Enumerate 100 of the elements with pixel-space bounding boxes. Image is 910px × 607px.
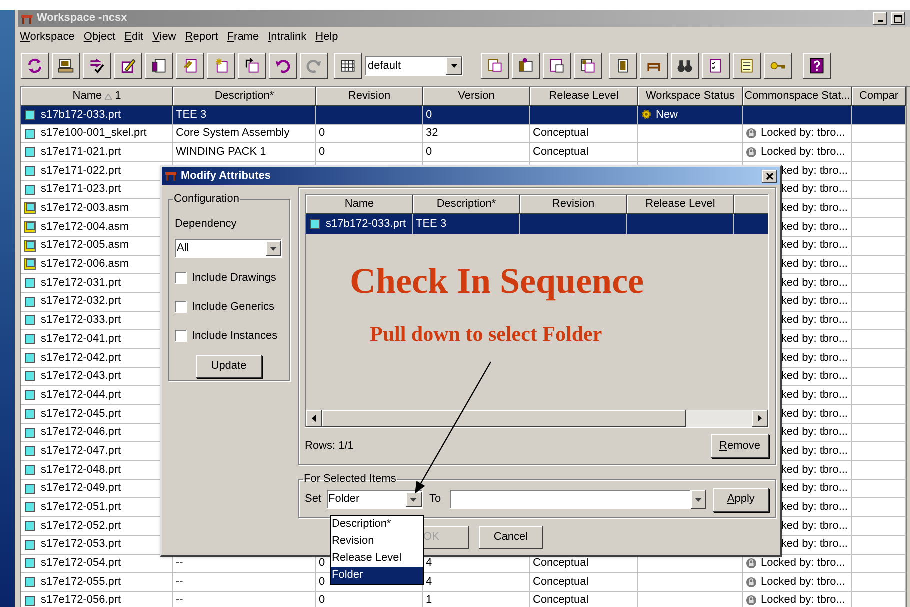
table-cell-text: TEE 3 <box>416 216 447 232</box>
file-name[interactable]: s17e100-001_skel.prt <box>40 125 147 142</box>
file-name[interactable]: s17e172-054.prt <box>40 555 122 572</box>
file-name[interactable]: s17e172-052.prt <box>40 518 122 534</box>
toolbar-button[interactable] <box>300 53 328 79</box>
file-name[interactable]: s17e172-004.asm <box>40 218 130 236</box>
file-name[interactable]: s17e172-055.prt <box>40 574 122 590</box>
toolbar-button[interactable] <box>574 53 602 79</box>
toolbar-button[interactable] <box>764 53 792 79</box>
part-file-icon <box>24 277 36 290</box>
toolbar-button[interactable] <box>334 53 362 79</box>
set-dropdown[interactable]: Folder <box>326 490 423 509</box>
file-name[interactable]: s17e172-046.prt <box>40 424 122 441</box>
toolbar-button[interactable] <box>176 53 204 79</box>
menu-item[interactable]: Report <box>185 29 218 46</box>
file-name[interactable]: s17e172-045.prt <box>40 406 122 422</box>
column-header[interactable]: Revision <box>520 195 627 214</box>
toolbar-button[interactable] <box>207 53 235 79</box>
update-button[interactable]: Update <box>196 355 262 378</box>
file-name[interactable]: s17e171-023.prt <box>40 181 122 198</box>
scrollbar-thumb[interactable] <box>322 410 686 427</box>
file-name[interactable]: s17e172-003.asm <box>40 200 130 217</box>
cancel-button[interactable]: Cancel <box>479 526 543 549</box>
file-name[interactable]: s17e172-033.prt <box>40 312 122 329</box>
dependency-select[interactable]: All <box>175 239 282 258</box>
table-cell-text: WINDING PACK 1 <box>176 144 266 160</box>
column-header[interactable]: Version <box>423 87 530 106</box>
toolbar-button[interactable] <box>83 53 111 79</box>
column-header[interactable]: Compar <box>852 87 906 106</box>
menu-item[interactable]: Workspace <box>20 29 75 46</box>
toolbar-button[interactable] <box>512 53 540 79</box>
file-name[interactable]: s17e172-042.prt <box>40 350 122 366</box>
menu-item[interactable]: Frame <box>227 29 260 46</box>
menu-item[interactable]: Intralink <box>268 29 307 46</box>
file-name[interactable]: s17e172-032.prt <box>40 293 122 310</box>
gear-icon <box>641 109 652 120</box>
file-name[interactable]: s17e172-047.prt <box>40 442 122 460</box>
minimize-button[interactable] <box>873 12 887 25</box>
checkbox[interactable] <box>175 272 187 284</box>
toolbar-button[interactable] <box>269 53 297 79</box>
remove-button[interactable]: Remove <box>711 434 769 458</box>
column-header[interactable]: Release Level <box>530 87 638 106</box>
file-name[interactable]: s17e172-044.prt <box>40 386 122 404</box>
toolbar-button[interactable] <box>733 53 761 79</box>
toolbar-button[interactable] <box>543 53 571 79</box>
horizontal-scrollbar[interactable] <box>306 410 768 427</box>
file-name[interactable]: s17e172-048.prt <box>40 462 122 478</box>
toolbar-button[interactable] <box>671 53 699 79</box>
toolbar-button[interactable] <box>21 53 49 79</box>
column-header[interactable]: Description* <box>413 195 520 214</box>
column-header[interactable]: Commonspace Stat... <box>743 87 852 106</box>
menu-item[interactable]: View <box>152 29 176 46</box>
toolbar-button[interactable] <box>481 53 509 79</box>
view-select[interactable]: default <box>365 56 463 76</box>
close-button[interactable] <box>762 170 777 182</box>
status-text: ked by: tbro... <box>781 220 848 235</box>
toolbar-button[interactable] <box>145 53 173 79</box>
column-header[interactable]: Name 1 <box>21 87 173 106</box>
file-name[interactable]: s17b172-033.prt <box>326 216 406 232</box>
menu-item[interactable]: Object <box>84 29 116 46</box>
status-text: ked by: tbro... <box>781 313 848 328</box>
status-text: ked by: tbro... <box>781 369 848 384</box>
file-name[interactable]: s17e172-049.prt <box>40 480 122 497</box>
menu-item[interactable]: Help <box>316 29 338 46</box>
column-header[interactable]: Revision <box>316 87 423 106</box>
file-name[interactable]: s17e171-022.prt <box>40 162 122 180</box>
column-header[interactable]: Description* <box>173 87 316 106</box>
file-name[interactable]: s17e172-031.prt <box>40 274 122 292</box>
toolbar-button[interactable] <box>609 53 637 79</box>
column-header[interactable]: Release Level <box>627 195 734 214</box>
file-name[interactable]: s17e172-056.prt <box>40 592 122 607</box>
dropdown-option[interactable]: Folder <box>331 567 423 584</box>
column-header[interactable] <box>734 195 768 214</box>
toolbar-button[interactable] <box>803 53 831 79</box>
apply-button[interactable]: Apply <box>713 488 770 512</box>
toolbar-button[interactable] <box>52 53 80 79</box>
file-name[interactable]: s17e172-041.prt <box>40 330 122 348</box>
toolbar-button[interactable] <box>238 53 266 79</box>
file-name[interactable]: s17e171-021.prt <box>40 144 122 160</box>
table-row[interactable]: s17b172-033.prt TEE 3 <box>306 214 768 234</box>
dialog-title: Modify Attributes <box>181 168 272 184</box>
maximize-button[interactable] <box>891 12 905 25</box>
column-header[interactable]: Workspace Status <box>638 87 743 106</box>
file-name[interactable]: s17e172-043.prt <box>40 368 122 385</box>
file-name[interactable]: s17e172-006.asm <box>40 256 130 273</box>
value-combo-field[interactable] <box>450 490 706 509</box>
toolbar-button[interactable] <box>702 53 730 79</box>
vertical-scrollbar[interactable] <box>906 87 910 607</box>
toolbar-button[interactable] <box>640 53 668 79</box>
status-text: ked by: tbro... <box>781 462 848 478</box>
file-name[interactable]: s17b172-033.prt <box>40 106 122 124</box>
toolbar-button[interactable] <box>114 53 142 79</box>
file-name[interactable]: s17e172-051.prt <box>40 499 122 516</box>
checkbox[interactable] <box>175 330 187 342</box>
menu-item[interactable]: Edit <box>124 29 144 46</box>
checkbox[interactable] <box>175 301 187 313</box>
file-name[interactable]: s17e172-005.asm <box>40 237 130 254</box>
column-header[interactable]: Name <box>306 195 413 214</box>
file-name[interactable]: s17e172-053.prt <box>40 536 122 553</box>
selected-row[interactable]: s17b172-033.prt TEE 3 0 New <box>21 106 906 125</box>
